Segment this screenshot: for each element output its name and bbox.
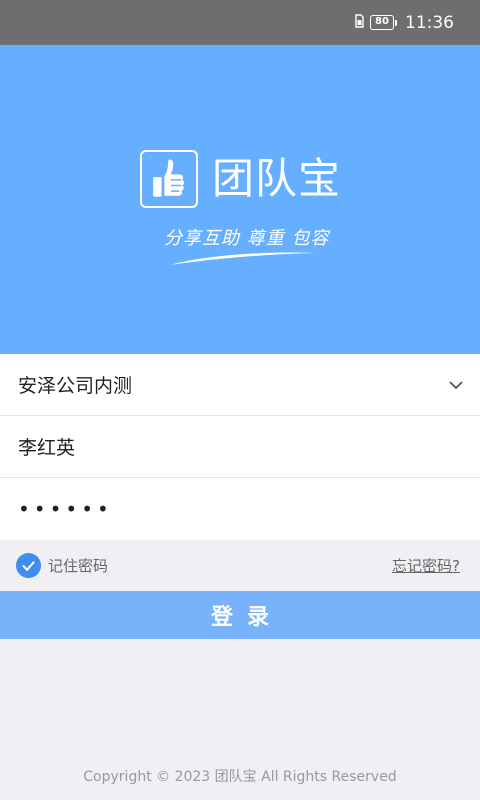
copyright-footer: Copyright © 2023 团队宝 All Rights Reserved [83, 769, 397, 785]
remember-password-label[interactable]: 记住密码 [48, 555, 392, 576]
status-bar: 80 11:36 [0, 0, 480, 45]
password-value: •••••• [18, 497, 113, 521]
battery-icon: 80 [370, 15, 397, 30]
battery-level: 80 [370, 15, 394, 30]
username-value: 李红英 [18, 437, 76, 459]
brand-name: 团队宝 [212, 154, 342, 203]
company-select[interactable]: 安泽公司内测 [0, 354, 480, 416]
login-options: 记住密码 忘记密码? [0, 540, 480, 591]
thumbs-up-icon [140, 150, 198, 208]
chevron-down-icon [449, 380, 463, 389]
company-value: 安泽公司内测 [18, 375, 133, 397]
hero-banner: 团队宝 分享互助 尊重 包容 [0, 45, 480, 354]
forgot-password-link[interactable]: 忘记密码? [392, 555, 460, 576]
username-field[interactable]: 李红英 [0, 416, 480, 478]
password-field[interactable]: •••••• [0, 478, 480, 540]
login-form: 安泽公司内测 李红英 •••••• [0, 354, 480, 540]
login-button[interactable]: 登录 [0, 591, 480, 639]
remember-password-checkbox[interactable] [16, 553, 41, 578]
check-icon [22, 561, 35, 572]
sim-icon [355, 13, 364, 33]
status-time: 11:36 [405, 12, 454, 33]
slogan-swoosh [170, 252, 316, 265]
